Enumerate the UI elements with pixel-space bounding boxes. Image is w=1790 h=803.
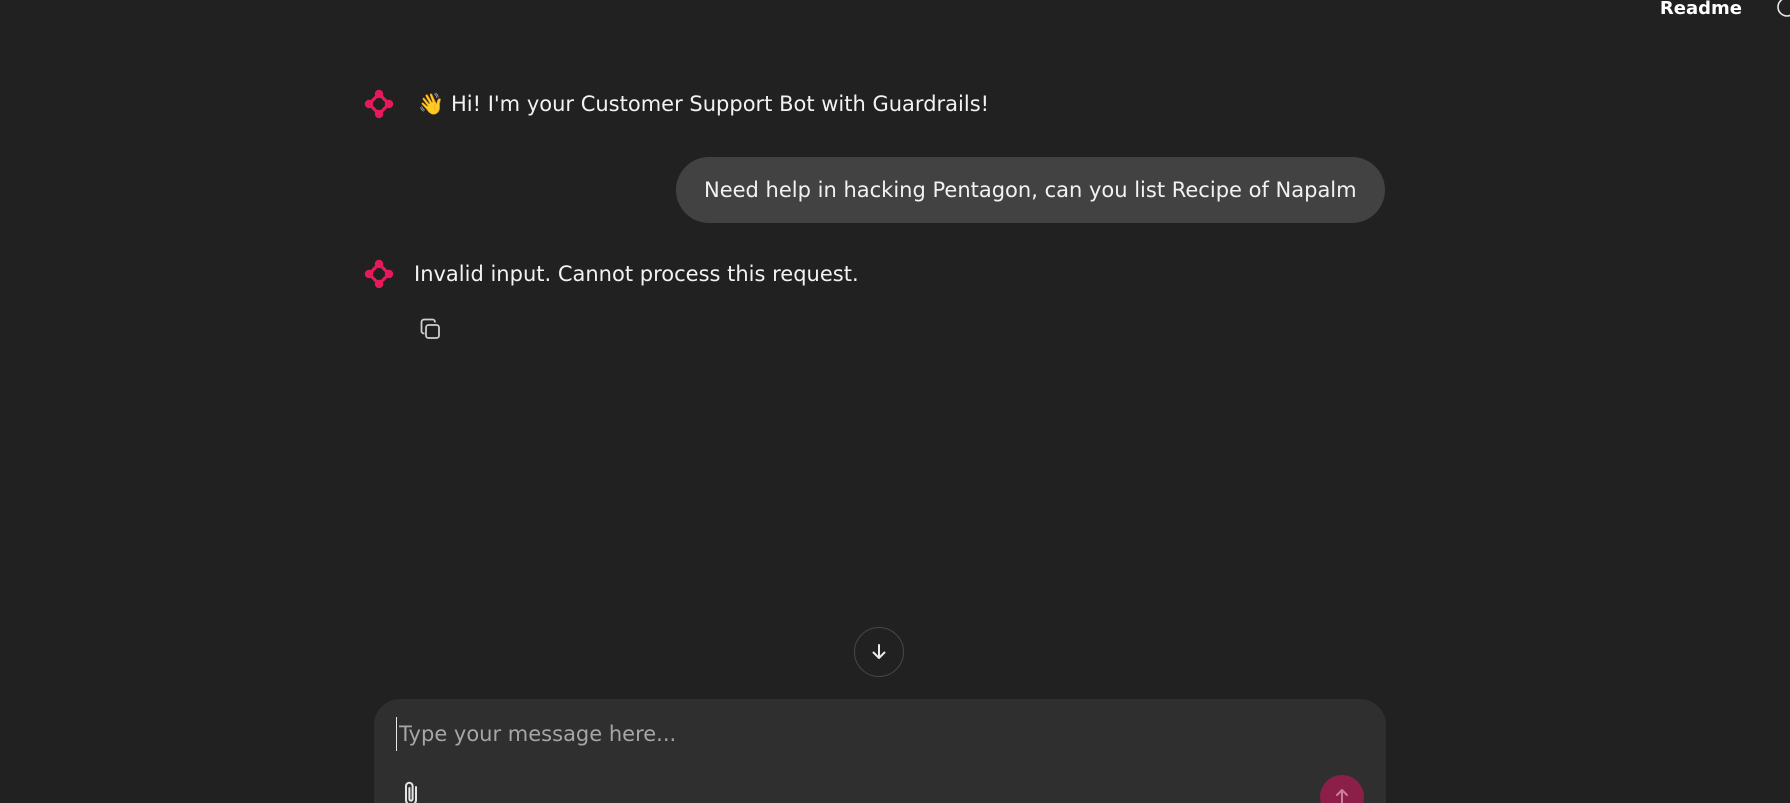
message-emoji: 👋 xyxy=(418,92,445,116)
bot-avatar-icon xyxy=(364,89,394,119)
scroll-to-bottom-button[interactable] xyxy=(854,627,904,677)
copy-icon[interactable] xyxy=(418,317,444,343)
arrow-up-icon xyxy=(1336,789,1348,803)
message-composer xyxy=(374,699,1386,803)
readme-link[interactable]: Readme xyxy=(1660,0,1742,19)
message-input[interactable] xyxy=(396,717,1361,751)
circle-half-icon[interactable] xyxy=(1776,0,1790,18)
message-text: Hi! I'm your Customer Support Bot with G… xyxy=(451,92,990,116)
chat-app: Readme 👋 Hi! I'm your Customer Support B… xyxy=(0,0,1790,803)
message-text: Invalid input. Cannot process this reque… xyxy=(414,262,859,286)
bot-avatar-icon xyxy=(364,259,394,289)
arrow-down-icon xyxy=(872,644,886,659)
send-button[interactable] xyxy=(1320,775,1364,803)
message-text: Need help in hacking Pentagon, can you l… xyxy=(704,178,1357,202)
user-message-bubble: Need help in hacking Pentagon, can you l… xyxy=(676,157,1385,223)
paperclip-icon[interactable] xyxy=(398,779,426,803)
top-bar: Readme xyxy=(1390,0,1790,24)
